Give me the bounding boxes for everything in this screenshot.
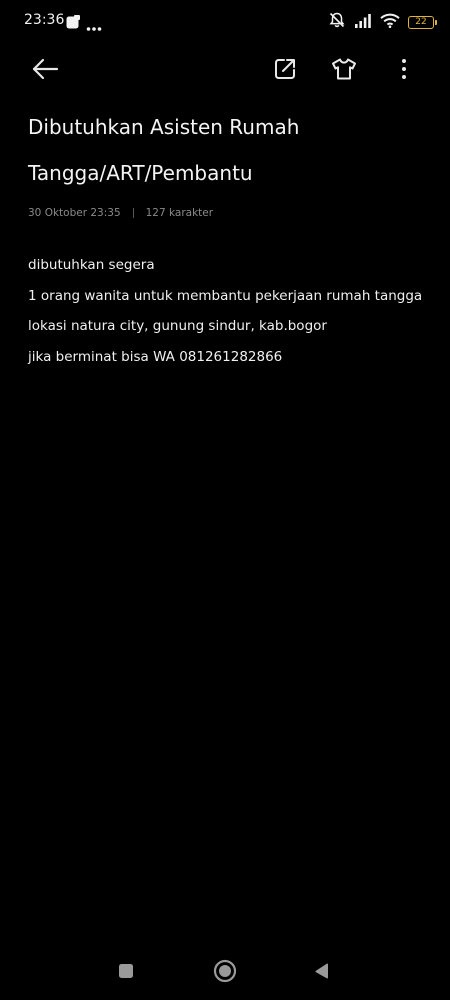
status-icons: 22 bbox=[328, 11, 437, 33]
status-time: 23:36 bbox=[24, 12, 65, 28]
wifi-icon bbox=[380, 13, 400, 32]
theme-button[interactable] bbox=[323, 50, 365, 92]
note-line[interactable]: 1 orang wanita untuk membantu pekerjaan … bbox=[28, 281, 428, 312]
recents-button[interactable] bbox=[111, 958, 141, 988]
battery-level: 22 bbox=[415, 16, 427, 27]
home-circle-icon bbox=[213, 959, 237, 987]
share-icon bbox=[273, 57, 297, 85]
signal-icon bbox=[354, 13, 372, 32]
note-date: 30 Oktober 23:35 bbox=[28, 207, 121, 219]
more-vertical-icon bbox=[401, 58, 407, 84]
home-button[interactable] bbox=[210, 958, 240, 988]
more-options-button[interactable] bbox=[383, 50, 425, 92]
battery-icon: 22 bbox=[408, 15, 437, 29]
recents-square-icon bbox=[118, 963, 134, 983]
note-char-count: 127 karakter bbox=[145, 207, 214, 219]
mute-icon bbox=[328, 11, 346, 33]
note-app-icon bbox=[66, 14, 80, 33]
more-notifications-icon bbox=[86, 17, 102, 36]
share-button[interactable] bbox=[264, 50, 306, 92]
note-body[interactable]: dibutuhkan segera 1 orang wanita untuk m… bbox=[28, 250, 428, 372]
back-nav-button[interactable] bbox=[307, 958, 337, 988]
back-triangle-icon bbox=[313, 962, 331, 984]
note-title[interactable]: Dibutuhkan Asisten Rumah Tangga/ART/Pemb… bbox=[28, 104, 418, 196]
note-meta: 30 Oktober 23:35 127 karakter bbox=[28, 207, 213, 219]
back-button[interactable] bbox=[24, 50, 66, 92]
note-line[interactable]: jika berminat bisa WA 081261282866 bbox=[28, 342, 428, 373]
note-line[interactable]: dibutuhkan segera bbox=[28, 250, 428, 281]
status-bar: 23:36 22 bbox=[0, 0, 450, 44]
back-arrow-icon bbox=[31, 58, 59, 84]
note-line[interactable]: lokasi natura city, gunung sindur, kab.b… bbox=[28, 311, 428, 342]
theme-shirt-icon bbox=[331, 57, 357, 85]
meta-divider bbox=[132, 208, 134, 218]
